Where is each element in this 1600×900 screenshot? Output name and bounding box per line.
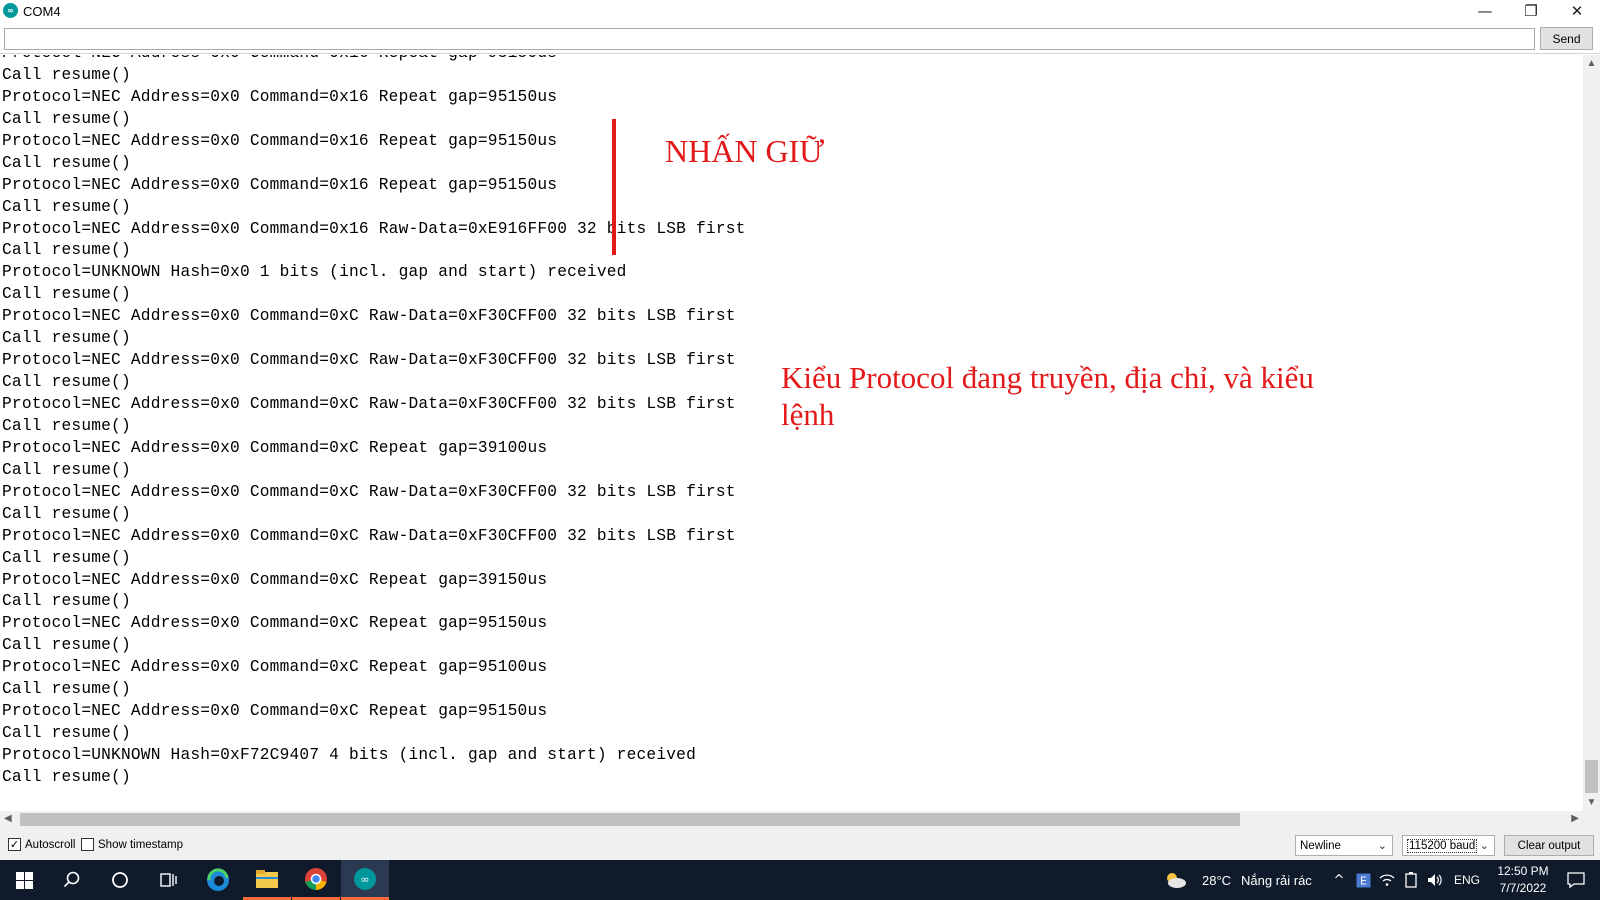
timestamp-checkbox[interactable]: Show timestamp (81, 838, 183, 851)
output-line: Protocol=NEC Address=0x0 Command=0xC Rep… (2, 438, 548, 457)
line-ending-value: Newline (1300, 839, 1341, 852)
output-line: Call resume() (2, 416, 131, 435)
horizontal-scroll-thumb[interactable] (20, 813, 1240, 826)
output-lines: Protocol=NEC Address=0x0 Command=0x16 Re… (2, 55, 746, 789)
serial-input[interactable] (4, 28, 1535, 50)
output-line: Call resume() (2, 460, 131, 479)
annotation-hold: NHẤN GIỮ (665, 133, 825, 169)
output-line: Call resume() (2, 153, 131, 172)
battery-icon[interactable] (1400, 860, 1422, 900)
weather-temperature[interactable]: 28°C (1202, 873, 1231, 888)
output-line: Protocol=NEC Address=0x0 Command=0xC Raw… (2, 395, 736, 413)
output-line: Protocol=NEC Address=0x0 Command=0x16 Re… (2, 175, 558, 194)
annotation-protocol-note: Kiểu Protocol đang truyền, địa chỉ, và k… (781, 360, 1314, 432)
output-line: Call resume() (2, 65, 131, 84)
output-line: Call resume() (2, 241, 131, 260)
scroll-right-arrow-icon[interactable]: ▶ (1571, 813, 1579, 824)
svg-text:∞: ∞ (360, 873, 369, 886)
chevron-down-icon: ⌄ (1479, 839, 1489, 852)
output-line: Call resume() (2, 329, 131, 348)
autoscroll-checkbox[interactable]: ✓ Autoscroll (8, 838, 76, 851)
chevron-up-icon[interactable]: ^ (1328, 860, 1350, 900)
output-line: Protocol=NEC Address=0x0 Command=0x16 Re… (2, 87, 558, 106)
send-button[interactable]: Send (1540, 27, 1593, 50)
annotation-bracket-line (612, 119, 616, 255)
window-title: COM4 (23, 4, 61, 19)
restore-button[interactable]: ❐ (1508, 0, 1554, 22)
taskbar: ∞ 28°C Nắng rải rác ^ E ENG 12:50 PM 7/7… (0, 860, 1600, 900)
weather-cloud-sun-icon[interactable] (1160, 860, 1190, 900)
output-line: Call resume() (2, 109, 131, 128)
scroll-up-arrow-icon[interactable]: ▲ (1583, 58, 1600, 69)
keyboard-ime-icon[interactable]: E (1352, 860, 1374, 900)
output-line: Protocol=NEC Address=0x0 Command=0xC Raw… (2, 526, 736, 545)
notification-center-icon[interactable] (1556, 860, 1596, 900)
serial-output[interactable]: Protocol=NEC Address=0x0 Command=0x16 Re… (0, 55, 1583, 811)
output-line: Protocol=NEC Address=0x0 Command=0xC Rep… (2, 614, 548, 633)
output-line: Call resume() (2, 724, 131, 743)
arduino-ide-icon[interactable]: ∞ (341, 860, 389, 900)
output-line: Call resume() (2, 285, 131, 304)
scroll-left-arrow-icon[interactable]: ◀ (4, 813, 12, 824)
autoscroll-label: Autoscroll (25, 838, 76, 851)
output-line: Call resume() (2, 548, 131, 567)
output-line: Call resume() (2, 680, 131, 699)
svg-text:E: E (1360, 874, 1367, 887)
cortana-icon[interactable] (96, 860, 144, 900)
output-line: Protocol=NEC Address=0x0 Command=0xC Rep… (2, 702, 548, 721)
output-line: Call resume() (2, 197, 131, 216)
chevron-down-icon: ⌄ (1377, 839, 1387, 852)
speaker-volume-icon[interactable] (1424, 860, 1446, 900)
chrome-browser-icon[interactable] (292, 860, 340, 900)
minimize-button[interactable]: — (1462, 0, 1508, 22)
output-line: Protocol=UNKNOWN Hash=0x0 1 bits (incl. … (2, 263, 627, 282)
bottom-bar: ✓ Autoscroll Show timestamp Newline ⌄ 11… (0, 828, 1600, 860)
output-line: Protocol=UNKNOWN Hash=0xF72C9407 4 bits … (2, 746, 696, 764)
output-line: Protocol=NEC Address=0x0 Command=0xC Raw… (2, 482, 736, 501)
scroll-down-arrow-icon[interactable]: ▼ (1583, 797, 1600, 808)
vertical-scrollbar[interactable]: ▲ ▼ (1583, 55, 1600, 811)
output-line: Protocol=NEC Address=0x0 Command=0x16 Re… (2, 55, 746, 65)
clock-time[interactable]: 12:50 PM (1493, 864, 1553, 878)
send-row: Send (0, 24, 1600, 54)
file-explorer-icon[interactable] (243, 860, 291, 900)
output-line: Call resume() (2, 504, 131, 523)
output-line: Protocol=NEC Address=0x0 Command=0xC Rep… (2, 570, 548, 589)
vertical-scroll-thumb[interactable] (1585, 760, 1598, 793)
line-ending-select[interactable]: Newline ⌄ (1295, 835, 1393, 856)
checkbox-unchecked-icon[interactable] (81, 838, 94, 851)
wifi-icon[interactable] (1376, 860, 1398, 900)
timestamp-label: Show timestamp (98, 838, 184, 851)
clear-output-button[interactable]: Clear output (1504, 835, 1594, 856)
output-line: Protocol=NEC Address=0x0 Command=0x16 Re… (2, 131, 558, 150)
output-line: Call resume() (2, 636, 131, 655)
output-line: Call resume() (2, 373, 131, 392)
output-line: Call resume() (2, 767, 131, 786)
windows-start-icon[interactable] (0, 860, 48, 900)
output-line: Protocol=NEC Address=0x0 Command=0xC Raw… (2, 351, 736, 370)
horizontal-scrollbar[interactable]: ◀ ▶ (0, 811, 1583, 828)
output-line: Protocol=NEC Address=0x0 Command=0xC Rep… (2, 658, 548, 677)
weather-description[interactable]: Nắng rải rác (1241, 873, 1312, 888)
output-line: Protocol=NEC Address=0x0 Command=0xC Raw… (2, 307, 736, 326)
arduino-icon: ∞ (3, 3, 18, 18)
scroll-corner (1583, 811, 1600, 828)
baud-rate-value: 115200 baud (1407, 838, 1478, 853)
search-icon[interactable] (48, 860, 96, 900)
language-indicator[interactable]: ENG (1454, 873, 1480, 887)
task-view-icon[interactable] (144, 860, 192, 900)
edge-browser-icon[interactable] (194, 860, 242, 900)
clock-date[interactable]: 7/7/2022 (1493, 881, 1553, 895)
baud-rate-select[interactable]: 115200 baud ⌄ (1402, 835, 1495, 856)
checkbox-checked-icon[interactable]: ✓ (8, 838, 21, 851)
output-line: Call resume() (2, 592, 131, 611)
close-button[interactable]: ✕ (1554, 0, 1600, 22)
output-line: Protocol=NEC Address=0x0 Command=0x16 Ra… (2, 219, 746, 238)
title-bar: ∞ COM4 — ❐ ✕ (0, 0, 1600, 24)
